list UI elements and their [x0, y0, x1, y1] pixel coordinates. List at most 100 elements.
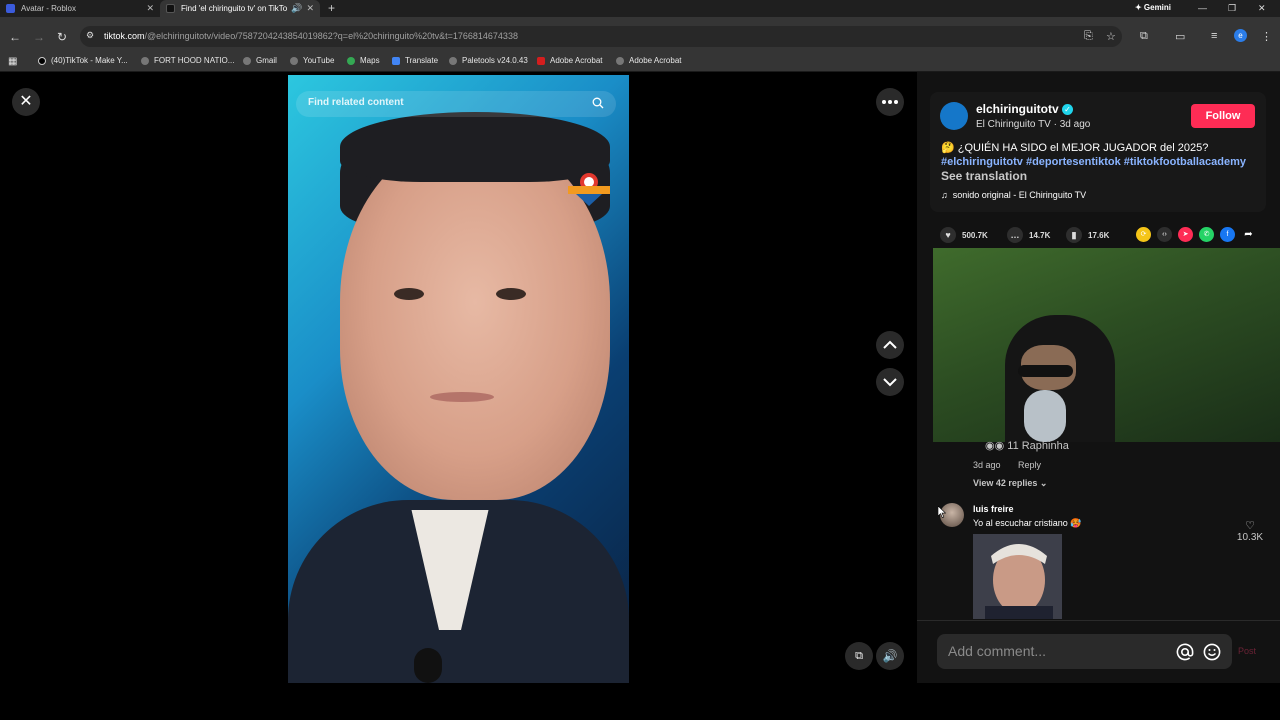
heart-icon: ♥	[940, 227, 956, 243]
bookmark-translate[interactable]: Translate	[392, 56, 438, 65]
creator-subline: El Chiringuito TV · 3d ago	[976, 119, 1091, 130]
comment-image[interactable]	[973, 534, 1062, 619]
tab-title: Find 'el chiringuito tv' on TikTok	[181, 4, 288, 13]
bookmark-label: Paletools v24.0.43	[462, 56, 528, 65]
extensions-icon[interactable]: ⧉	[1140, 30, 1148, 43]
chevron-down-icon: ⌄	[1039, 478, 1048, 488]
comment-like-button[interactable]: ♡ 10.3K	[1236, 519, 1264, 543]
comment-photo	[973, 534, 1062, 619]
profile-avatar[interactable]: e	[1234, 29, 1247, 42]
tiktok-icon	[38, 56, 46, 65]
sound-name: sonido original - El Chiringuito TV	[952, 190, 1087, 200]
volume-button[interactable]: 🔊	[876, 642, 904, 670]
bookmark-fort-hood[interactable]: FORT HOOD NATIO...	[141, 56, 234, 65]
more-dots-icon	[882, 100, 898, 104]
webcam-microphone	[1024, 390, 1066, 442]
next-video-button[interactable]	[876, 368, 904, 396]
comment-text: Yo al escuchar cristiano 🥵	[973, 518, 1082, 528]
bottom-black-bar	[0, 683, 1280, 720]
repost-icon[interactable]: ⟳	[1136, 227, 1151, 242]
forward-icon[interactable]: →	[33, 30, 45, 44]
facebook-icon[interactable]: f	[1220, 227, 1235, 242]
media-controls-icon[interactable]: ≡	[1211, 30, 1217, 42]
tab-strip: Avatar - Roblox ✕ Find 'el chiringuito t…	[0, 0, 1280, 17]
bookmark-tiktok[interactable]: (40)TikTok - Make Y...	[38, 56, 128, 65]
bookmark-star-icon[interactable]: ☆	[1106, 30, 1116, 43]
close-tab-icon[interactable]: ✕	[306, 3, 314, 14]
tab-tiktok[interactable]: Find 'el chiringuito tv' on TikTok 🔊 ✕	[160, 0, 320, 17]
audio-icon[interactable]: 🔊	[291, 3, 302, 14]
bookmark-acrobat[interactable]: Adobe Acrobat	[537, 56, 602, 65]
chevron-down-icon	[883, 378, 897, 387]
pip-button[interactable]: ⧉	[845, 642, 873, 670]
cast-icon[interactable]: ▭	[1175, 30, 1185, 43]
bookmark-label: Adobe Acrobat	[629, 56, 682, 65]
follow-button[interactable]: Follow	[1191, 104, 1255, 128]
creator-avatar[interactable]	[940, 102, 968, 130]
site-info-icon[interactable]: ⚙	[86, 30, 94, 41]
minimize-icon[interactable]: —	[1198, 0, 1207, 17]
gemini-button[interactable]: ✦ Gemini	[1118, 1, 1188, 15]
bookmark-maps[interactable]: Maps	[347, 56, 380, 65]
install-app-icon[interactable]: ⎘	[1084, 30, 1093, 43]
more-options-button[interactable]	[876, 88, 904, 116]
close-tab-icon[interactable]: ✕	[146, 3, 154, 14]
url-text[interactable]: tiktok.com/@elchiringuitotv/video/758720…	[104, 31, 518, 41]
embed-code-icon[interactable]: ‹›	[1157, 227, 1172, 242]
bookmark-paletools[interactable]: Paletools v24.0.43	[449, 56, 528, 65]
comment-time: 3d ago	[973, 460, 1001, 470]
add-comment-placeholder: Add comment...	[948, 643, 1047, 659]
webcam-person-glasses	[1018, 365, 1073, 377]
post-comment-button[interactable]: Post	[1238, 646, 1256, 656]
video-frame-eye-right	[496, 288, 526, 300]
creator-display-name: El Chiringuito TV	[976, 119, 1051, 130]
post-time: 3d ago	[1059, 119, 1091, 130]
share-arrow-icon[interactable]: ➦	[1241, 227, 1256, 242]
bookmark-youtube[interactable]: YouTube	[290, 56, 334, 65]
commenter-name[interactable]: luis freire	[973, 504, 1014, 514]
bookmark-label: Maps	[360, 56, 380, 65]
back-icon[interactable]: ←	[9, 30, 21, 44]
view-replies-link[interactable]: View 42 replies ⌄	[973, 478, 1047, 489]
translate-icon	[392, 56, 400, 65]
reload-icon[interactable]: ↻	[57, 30, 67, 44]
comment-partial-text: ◉◉ 11 Raphinha	[985, 440, 1069, 452]
apps-grid-icon[interactable]: ▦	[8, 56, 17, 67]
video-frame-microphone	[414, 648, 442, 683]
creator-username[interactable]: elchiringuitotv	[976, 102, 1059, 116]
search-icon[interactable]	[592, 97, 604, 109]
globe-icon	[243, 56, 251, 65]
tab-title: Avatar - Roblox	[21, 4, 76, 13]
bookmark-acrobat-2[interactable]: Adobe Acrobat	[616, 56, 681, 65]
previous-video-button[interactable]	[876, 331, 904, 359]
menu-kebab-icon[interactable]: ⋮	[1261, 30, 1272, 43]
comment-count: 14.7K	[1029, 230, 1051, 240]
mention-icon[interactable]	[1176, 643, 1194, 661]
reply-link[interactable]: Reply	[1018, 460, 1041, 470]
save-button[interactable]: ▮ 17.6K	[1066, 227, 1109, 243]
whatsapp-icon[interactable]: ✆	[1199, 227, 1214, 242]
emoji-icon[interactable]	[1203, 643, 1221, 661]
new-tab-button[interactable]: +	[328, 0, 335, 17]
like-count: 500.7K	[962, 230, 988, 240]
close-video-button[interactable]: ✕	[12, 88, 40, 116]
url-path: /@elchiringuitotv/video/7587204243854019…	[144, 31, 518, 41]
globe-icon	[449, 56, 457, 65]
related-search-placeholder: Find related content	[308, 97, 404, 108]
see-translation-link[interactable]: See translation	[941, 169, 1027, 183]
close-window-icon[interactable]: ✕	[1258, 0, 1266, 17]
restore-icon[interactable]: ❐	[1228, 0, 1236, 17]
bookmark-gmail[interactable]: Gmail	[243, 56, 277, 65]
send-icon[interactable]: ➤	[1178, 227, 1193, 242]
sound-link[interactable]: ♫ sonido original - El Chiringuito TV	[941, 190, 1086, 200]
caption-hashtags[interactable]: #elchiringuitotv #deportesentiktok #tikt…	[941, 155, 1261, 169]
comment-button[interactable]: … 14.7K	[1007, 227, 1050, 243]
bookmark-label: YouTube	[303, 56, 335, 65]
bookmark-label: Adobe Acrobat	[550, 56, 603, 65]
acrobat-icon	[537, 56, 545, 65]
like-button[interactable]: ♥ 500.7K	[940, 227, 988, 243]
globe-icon	[616, 56, 624, 65]
comment-icon: …	[1007, 227, 1023, 243]
save-count: 17.6K	[1088, 230, 1110, 240]
tab-roblox[interactable]: Avatar - Roblox ✕	[0, 0, 160, 17]
